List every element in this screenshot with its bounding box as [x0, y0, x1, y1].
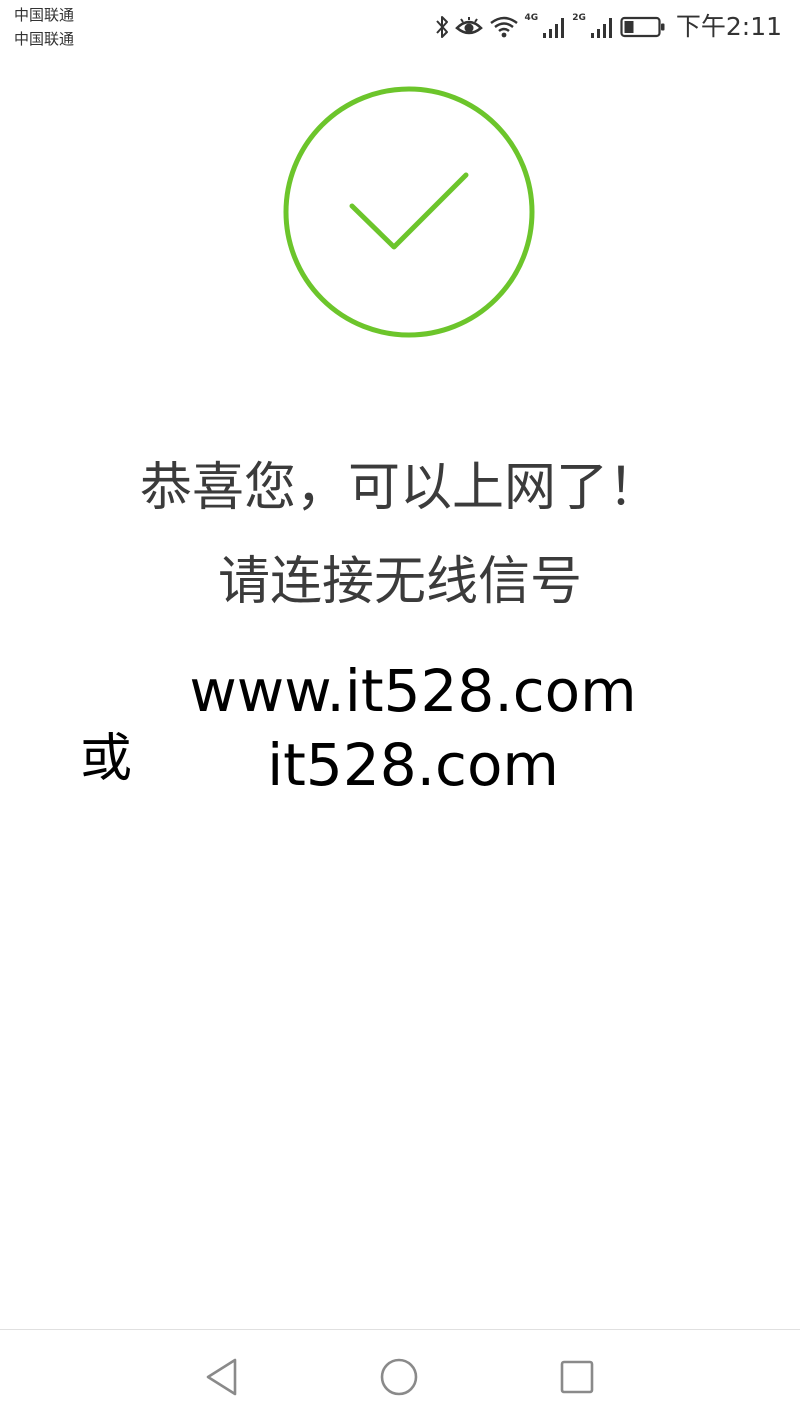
- battery-icon: [620, 15, 666, 39]
- bluetooth-icon: [435, 14, 449, 40]
- home-button[interactable]: [376, 1354, 422, 1400]
- signal-icon: [590, 15, 614, 39]
- recents-icon: [560, 1360, 594, 1394]
- status-icons: 4G 2G 下午2:11: [435, 10, 782, 44]
- recents-button[interactable]: [554, 1354, 600, 1400]
- home-icon: [380, 1358, 418, 1396]
- url-secondary: it528.com: [267, 731, 559, 799]
- back-icon: [206, 1358, 237, 1396]
- check-circle-icon: [282, 85, 536, 339]
- status-bar: 中国联通 中国联通 4G 2G 下午2:11: [0, 0, 800, 52]
- network-type-label-1: 4G: [524, 12, 539, 23]
- network-type-label-2: 2G: [572, 12, 586, 23]
- connect-instruction: 请连接无线信号: [217, 552, 582, 612]
- signal-icon: [542, 15, 566, 39]
- success-message: 恭喜您，可以上网了！: [139, 458, 660, 518]
- url-primary: www.it528.com: [189, 657, 637, 725]
- carrier-name-1: 中国联通: [14, 6, 75, 24]
- eye-comfort-icon: [454, 16, 483, 38]
- carrier-name-2: 中国联通: [14, 30, 75, 48]
- status-time: 下午2:11: [675, 12, 782, 41]
- back-button[interactable]: [198, 1354, 244, 1400]
- wifi-icon: [489, 15, 519, 39]
- navigation-bar: [0, 1329, 800, 1423]
